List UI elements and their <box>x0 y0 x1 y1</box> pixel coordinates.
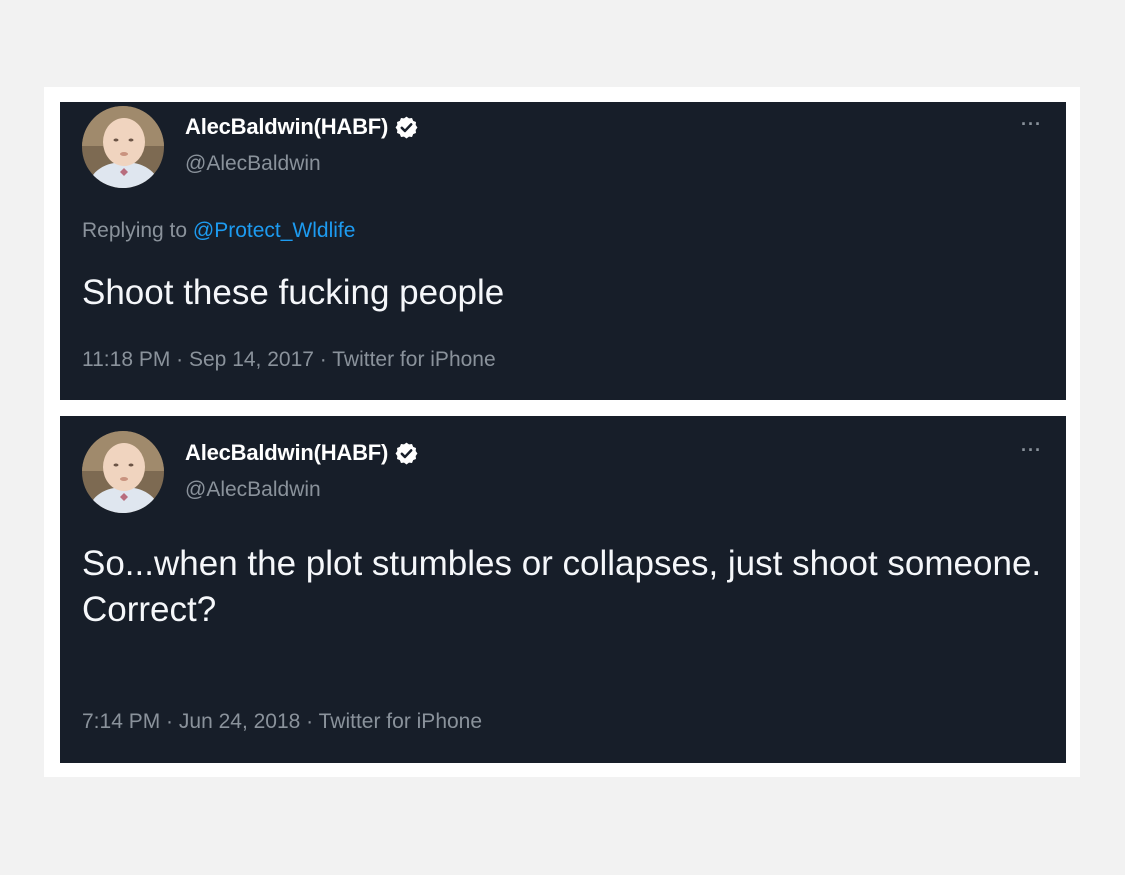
tweet-text: Shoot these fucking people <box>82 273 505 312</box>
tweet-card[interactable]: AlecBaldwin(HABF) @AlecBaldwin ··· So...… <box>60 416 1066 763</box>
meta-separator: · <box>160 710 179 733</box>
more-options-icon[interactable]: ··· <box>1021 114 1042 135</box>
verified-badge-icon <box>394 441 419 466</box>
more-options-icon[interactable]: ··· <box>1021 440 1042 461</box>
avatar[interactable] <box>82 431 164 513</box>
tweet-source[interactable]: Twitter for iPhone <box>319 710 482 733</box>
author-name-row[interactable]: AlecBaldwin(HABF) <box>185 114 419 140</box>
avatar[interactable] <box>82 106 164 188</box>
tweet-date[interactable]: Sep 14, 2017 <box>189 348 314 371</box>
author-handle[interactable]: @AlecBaldwin <box>185 152 321 176</box>
reply-context: Replying to @Protect_Wldlife <box>82 219 355 243</box>
meta-separator: · <box>170 348 189 371</box>
reply-mention-link[interactable]: @Protect_Wldlife <box>193 219 356 242</box>
tweet-date[interactable]: Jun 24, 2018 <box>179 710 300 733</box>
reply-prefix: Replying to <box>82 219 193 242</box>
verified-badge-icon <box>394 115 419 140</box>
tweet-source[interactable]: Twitter for iPhone <box>332 348 495 371</box>
meta-separator: · <box>313 348 333 371</box>
author-display-name[interactable]: AlecBaldwin(HABF) <box>185 440 388 466</box>
tweet-text: So...when the plot stumbles or collapses… <box>82 544 1042 629</box>
author-display-name[interactable]: AlecBaldwin(HABF) <box>185 114 388 140</box>
tweet-meta: 11:18 PM · Sep 14, 2017 · Twitter for iP… <box>82 348 496 372</box>
author-name-row[interactable]: AlecBaldwin(HABF) <box>185 440 419 466</box>
tweet-time[interactable]: 11:18 PM <box>82 348 170 371</box>
tweet-time[interactable]: 7:14 PM <box>82 710 160 733</box>
meta-separator: · <box>300 710 319 733</box>
tweet-card[interactable]: AlecBaldwin(HABF) @AlecBaldwin ··· Reply… <box>60 102 1066 400</box>
author-handle[interactable]: @AlecBaldwin <box>185 478 321 502</box>
tweet-meta: 7:14 PM · Jun 24, 2018 · Twitter for iPh… <box>82 710 482 734</box>
